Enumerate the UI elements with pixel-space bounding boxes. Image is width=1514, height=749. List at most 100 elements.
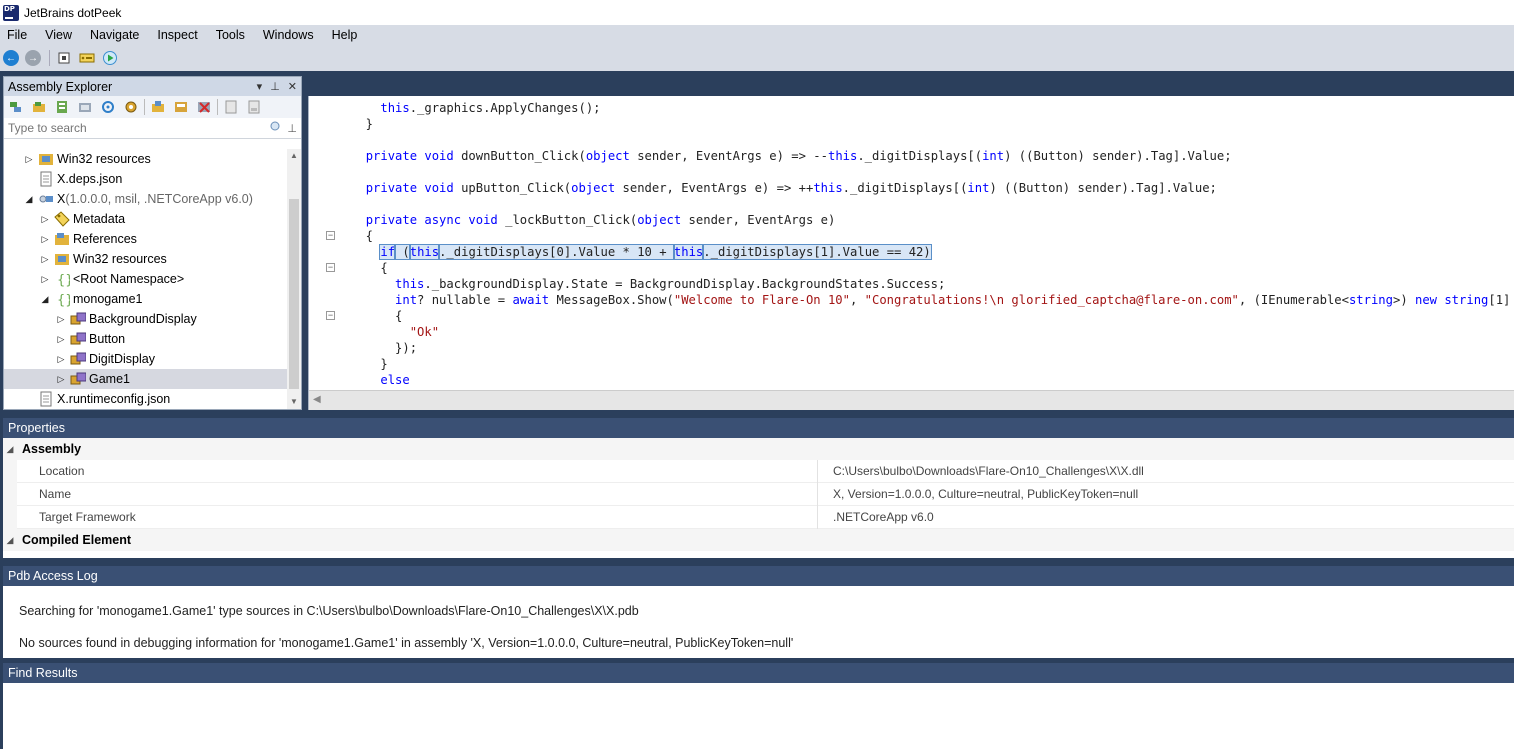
code-editor[interactable]: this._graphics.ApplyChanges(); } private… (308, 96, 1514, 410)
resources-icon (38, 151, 54, 167)
expand-triangle-icon[interactable]: ▷ (40, 274, 50, 285)
scroll-up-icon[interactable]: ▲ (287, 149, 301, 163)
code-token: await (512, 293, 550, 307)
code-token: int (982, 149, 1005, 163)
expand-triangle-icon[interactable]: ▷ (56, 354, 66, 365)
tag-icon[interactable] (79, 50, 95, 66)
code-token: ) ((Button) sender).Tag].Value; (1004, 149, 1232, 163)
code-token: this (827, 149, 858, 163)
search-options-icon[interactable] (267, 121, 281, 136)
tree-node[interactable]: X.runtimeconfig.json (4, 389, 287, 409)
code-line: if (this._digitDisplays[0].Value * 10 + … (351, 244, 932, 260)
tree-node-label: BackgroundDisplay (89, 312, 197, 326)
code-line: private void downButton_Click(object sen… (351, 148, 1232, 164)
property-group-compiled-element[interactable]: ◢ Compiled Element (3, 529, 1514, 551)
code-token: this (380, 101, 410, 115)
open-assembly-icon[interactable] (8, 99, 24, 115)
fold-toggle-icon[interactable]: − (326, 263, 335, 272)
assembly-list-icon[interactable] (77, 99, 93, 115)
scroll-thumb[interactable] (289, 199, 299, 389)
tree-node[interactable]: ▷ Metadata (4, 209, 287, 229)
gear-icon[interactable] (123, 99, 139, 115)
code-line: private async void _lockButton_Click(obj… (351, 212, 836, 228)
tree-node-detail: (1.0.0.0, msil, .NETCoreApp v6.0) (65, 192, 253, 206)
remove-icon[interactable] (196, 99, 212, 115)
assembly-explorer-title: Assembly Explorer (8, 79, 113, 94)
tree-node[interactable]: ▷ Game1 (4, 369, 287, 389)
menu-bar: File View Navigate Inspect Tools Windows… (0, 25, 1514, 45)
property-row-name[interactable]: Name X, Version=1.0.0.0, Culture=neutral… (3, 482, 1514, 506)
expand-triangle-icon[interactable]: ▷ (24, 154, 34, 165)
menu-help[interactable]: Help (325, 28, 358, 42)
file-icon (38, 391, 54, 407)
editor-horizontal-scrollbar[interactable]: ◀ (309, 390, 1514, 410)
menu-inspect[interactable]: Inspect (150, 28, 197, 42)
settings-gear-icon[interactable] (56, 50, 72, 66)
pin-icon[interactable]: ⊥ (287, 122, 297, 135)
tree-node[interactable]: ▷ Win32 resources (4, 149, 287, 169)
expand-triangle-icon[interactable]: ▷ (40, 254, 50, 265)
sync-icon[interactable] (100, 99, 116, 115)
property-row-target-framework[interactable]: Target Framework .NETCoreApp v6.0 (3, 505, 1514, 529)
tree-node[interactable]: ▷ Win32 resources (4, 249, 287, 269)
log-line: Searching for 'monogame1.Game1' type sou… (19, 604, 639, 618)
tree-node[interactable]: ▷ Button (4, 329, 287, 349)
tree-node[interactable]: ◢ X (1.0.0.0, msil, .NETCoreApp v6.0) (4, 189, 287, 209)
fold-toggle-icon[interactable]: − (326, 231, 335, 240)
log-line: No sources found in debugging informatio… (19, 636, 794, 650)
menu-navigate[interactable]: Navigate (83, 28, 139, 42)
save-list-icon[interactable] (173, 99, 189, 115)
menu-tools[interactable]: Tools (209, 28, 245, 42)
back-arrow-icon[interactable]: ← (3, 50, 19, 66)
tree-node[interactable]: ▷ {}<Root Namespace> (4, 269, 287, 289)
tree-vertical-scrollbar[interactable]: ▲ ▼ (287, 149, 301, 409)
collapse-triangle-icon[interactable]: ◢ (24, 194, 34, 205)
tree-node[interactable]: ▷ DigitDisplay (4, 349, 287, 369)
scroll-left-icon[interactable]: ◀ (313, 394, 321, 405)
property-row-location[interactable]: Location C:\Users\bulbo\Downloads\Flare-… (3, 459, 1514, 483)
tree-node[interactable]: X.deps.json (4, 169, 287, 189)
expand-triangle-icon[interactable]: ▷ (56, 314, 66, 325)
menu-view[interactable]: View (38, 28, 72, 42)
export-icon[interactable] (150, 99, 166, 115)
collapse-triangle-icon[interactable]: ◢ (3, 444, 17, 455)
menu-windows[interactable]: Windows (256, 28, 314, 42)
tree-node[interactable]: ▷ References (4, 229, 287, 249)
generate-pdb-icon[interactable] (246, 99, 262, 115)
fold-toggle-icon[interactable]: − (326, 311, 335, 320)
tree-node[interactable]: ▷ BackgroundDisplay (4, 309, 287, 329)
pdb-icon[interactable] (223, 99, 239, 115)
code-line: }); (351, 340, 417, 356)
collapse-triangle-icon[interactable]: ◢ (40, 294, 50, 305)
code-token: new string (1415, 293, 1489, 307)
references-icon (54, 231, 70, 247)
tree-node[interactable]: ◢ {}monogame1 (4, 289, 287, 309)
find-results-panel (3, 683, 1514, 749)
tree-node-label: DigitDisplay (89, 352, 155, 366)
assembly-search-input[interactable] (4, 118, 268, 138)
tree-node-label: X.runtimeconfig.json (57, 392, 171, 406)
panel-dropdown-icon[interactable]: ▾ (257, 80, 263, 93)
collapse-triangle-icon[interactable]: ◢ (3, 535, 17, 546)
menu-file[interactable]: File (0, 28, 27, 42)
property-group-assembly[interactable]: ◢ Assembly (3, 438, 1514, 460)
scroll-down-icon[interactable]: ▼ (287, 395, 301, 409)
open-folder-icon[interactable] (31, 99, 47, 115)
forward-arrow-icon[interactable]: → (25, 50, 41, 66)
expand-triangle-icon[interactable]: ▷ (56, 374, 66, 385)
expand-triangle-icon[interactable]: ▷ (56, 334, 66, 345)
property-name: Target Framework (3, 505, 818, 529)
expand-triangle-icon[interactable]: ▷ (40, 234, 50, 245)
pin-icon[interactable]: ⊥ (270, 80, 280, 93)
close-icon[interactable]: ✕ (288, 80, 297, 93)
code-token: private void (365, 181, 454, 195)
run-process-icon[interactable] (102, 50, 118, 66)
file-icon (38, 171, 54, 187)
expand-triangle-icon[interactable]: ▷ (40, 214, 50, 225)
title-bar: DP JetBrains dotPeek (0, 0, 1514, 25)
tree-node-label: X.deps.json (57, 172, 123, 186)
explore-assembly-icon[interactable] (54, 99, 70, 115)
code-view[interactable]: this._graphics.ApplyChanges(); } private… (309, 96, 1514, 390)
find-results-title: Find Results (8, 666, 78, 680)
tree-node-label: Win32 resources (73, 252, 167, 266)
